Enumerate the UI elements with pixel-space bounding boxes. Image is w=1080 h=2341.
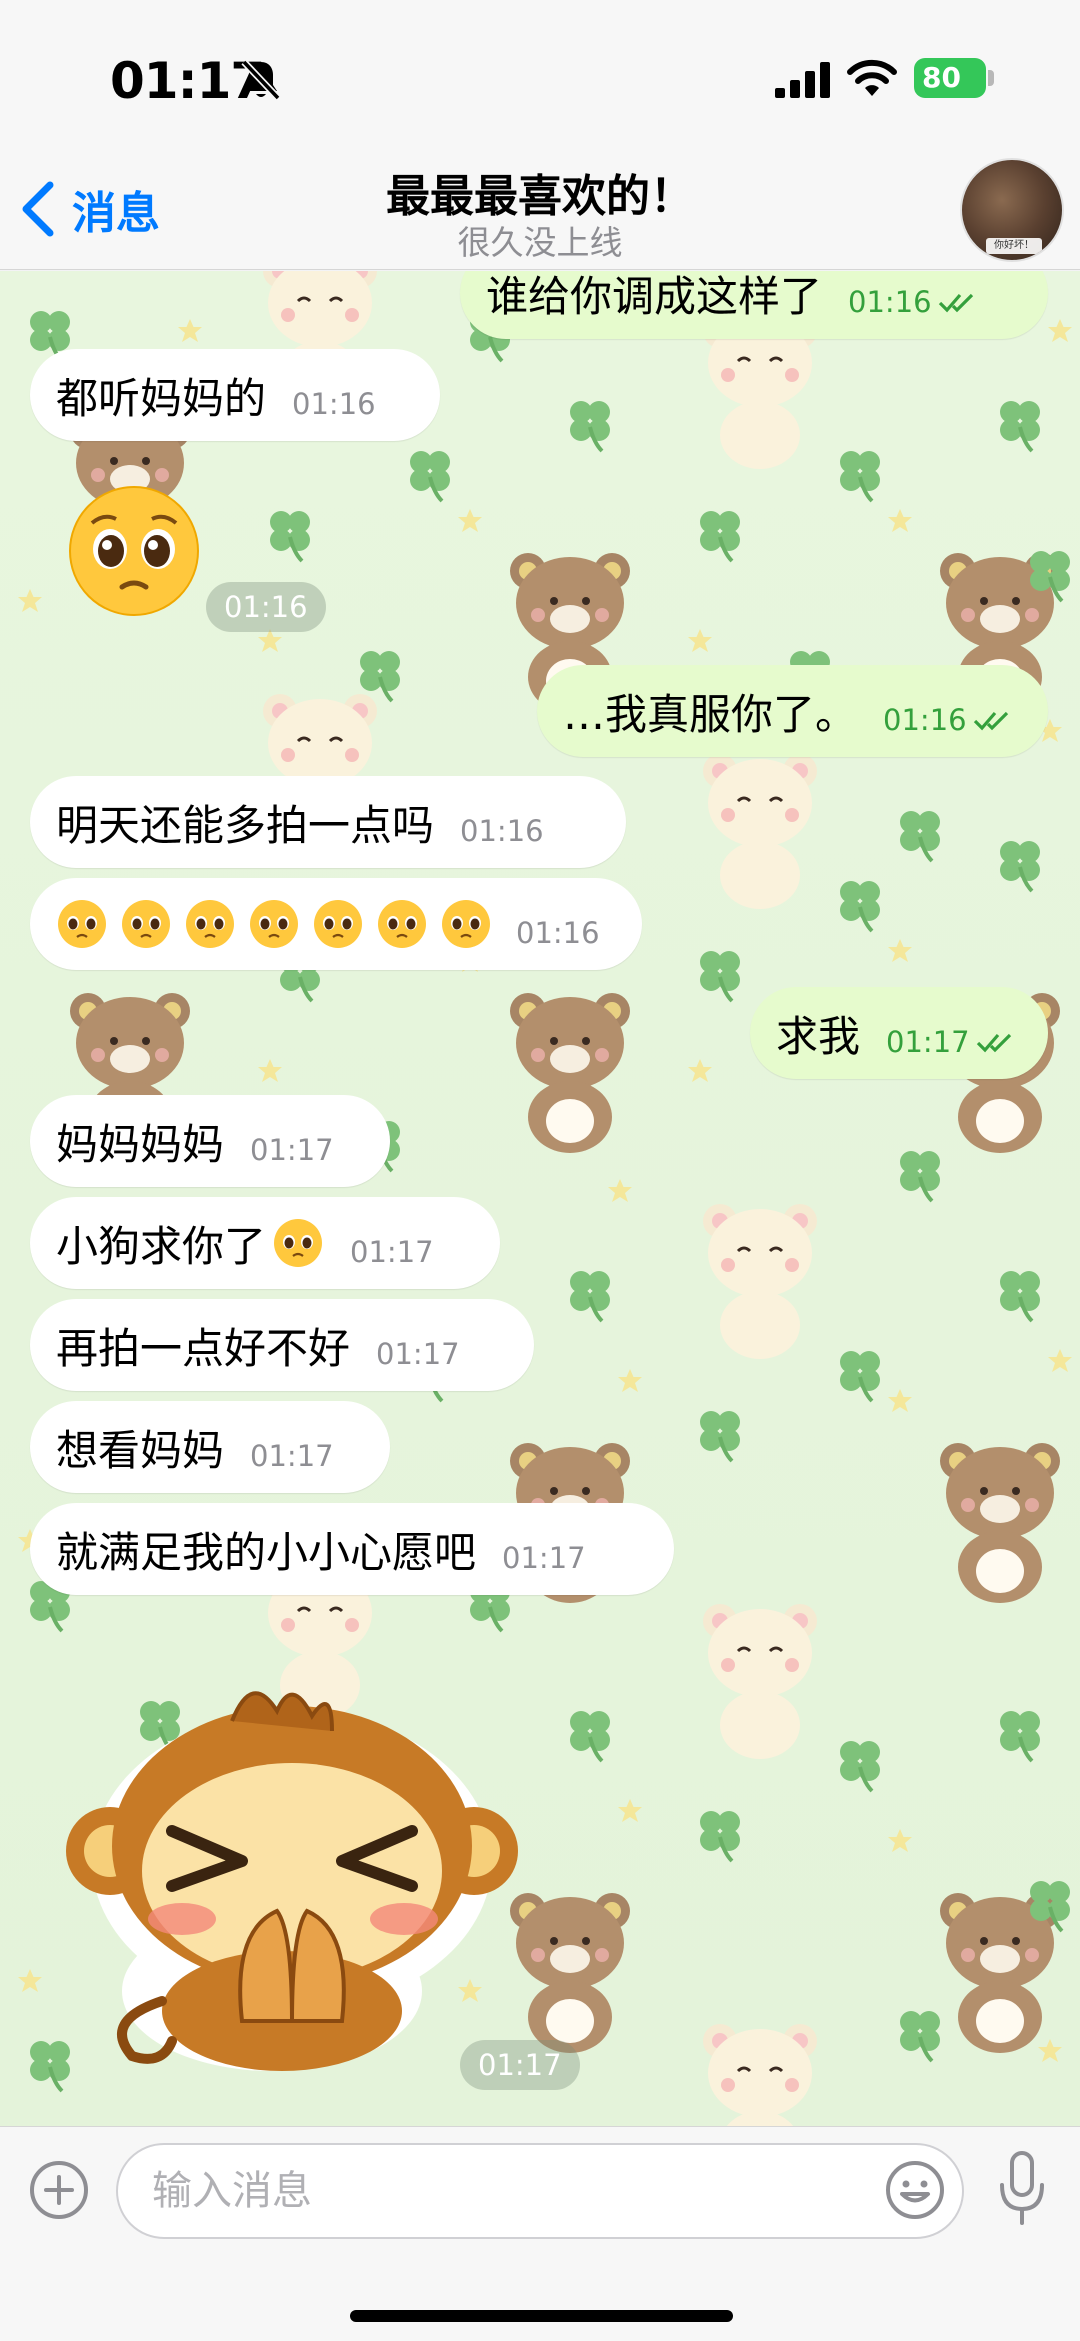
bell-slash-icon (241, 59, 281, 101)
message-bubble-outgoing[interactable]: 求我 01:17 (750, 987, 1048, 1079)
plus-circle-icon[interactable] (28, 2159, 90, 2221)
avatar-caption: 你好坏！ (986, 238, 1042, 254)
pleading-face-emoji (378, 900, 426, 948)
message-bubble-incoming[interactable]: 再拍一点好不好 01:17 (30, 1299, 534, 1391)
pleading-face-emoji (186, 900, 234, 948)
message-time: 01:17 (886, 1025, 970, 1059)
message-text: 谁给你调成这样了 (486, 271, 823, 321)
message-text: 就满足我的小小心愿吧 (56, 1527, 477, 1577)
message-text: …我真服你了。 (563, 689, 858, 739)
message-time: 01:16 (848, 285, 932, 319)
chat-status: 很久没上线 (457, 223, 623, 262)
message-bubble-incoming[interactable]: 明天还能多拍一点吗 01:16 (30, 776, 626, 868)
double-check-icon (976, 1033, 1011, 1053)
message-bubble-incoming[interactable]: 小狗求你了 01:17 (30, 1197, 500, 1289)
message-text: 都听妈妈的 (56, 373, 267, 423)
message-text: 再拍一点好不好 (56, 1323, 351, 1373)
double-check-icon (973, 711, 1008, 731)
pleading-face-emoji[interactable] (66, 483, 202, 619)
battery-icon: 80 (914, 58, 986, 98)
double-check-icon (938, 293, 973, 313)
message-time: 01:16 (883, 703, 967, 737)
message-bubble-outgoing[interactable]: 谁给你调成这样了 01:16 (460, 271, 1048, 339)
pleading-face-emoji (274, 1219, 323, 1267)
message-bubble-incoming[interactable]: 都听妈妈的 01:16 (30, 349, 440, 441)
message-composer (0, 2126, 1080, 2341)
message-text: 妈妈妈妈 (56, 1119, 225, 1169)
chat-messages[interactable]: 谁给你调成这样了 01:16 都听妈妈的 01:16 01:16 …我真服你了。… (0, 271, 1080, 2126)
emoji-icon[interactable] (884, 2159, 946, 2221)
message-text: 求我 (776, 1011, 861, 1061)
microphone-icon[interactable] (996, 2149, 1048, 2229)
status-bar: 01:17 80 (0, 0, 1080, 150)
message-time: 01:17 (250, 1439, 334, 1473)
message-bubble-outgoing[interactable]: …我真服你了。 01:16 (537, 665, 1048, 757)
pleading-face-emoji (58, 900, 106, 948)
message-bubble-incoming[interactable]: 01:16 (30, 878, 642, 970)
message-text: 小狗求你了 (56, 1221, 267, 1271)
message-time: 01:17 (502, 1541, 586, 1575)
wifi-icon (847, 59, 897, 96)
message-input[interactable] (116, 2143, 964, 2239)
message-bubble-incoming[interactable]: 就满足我的小小心愿吧 01:17 (30, 1503, 674, 1595)
message-bubble-incoming[interactable]: 妈妈妈妈 01:17 (30, 1095, 390, 1187)
contact-avatar[interactable]: 你好坏！ (960, 158, 1064, 262)
message-meta: 01:16 (883, 703, 1013, 737)
signal-icon (775, 62, 830, 98)
sticker-time: 01:16 (206, 582, 326, 632)
chat-title: 最最最喜欢的！ (386, 171, 694, 222)
home-indicator[interactable] (350, 2310, 733, 2322)
message-time: 01:17 (250, 1133, 334, 1167)
message-time: 01:16 (460, 814, 544, 848)
pleading-face-emoji (314, 900, 362, 948)
pleading-face-emoji (250, 900, 298, 948)
chat-header: 消息 最最最喜欢的！ 很久没上线 你好坏！ (0, 150, 1080, 270)
message-time: 01:17 (376, 1337, 460, 1371)
pleading-face-emoji (122, 900, 170, 948)
emoji-row (56, 898, 504, 950)
message-bubble-incoming[interactable]: 想看妈妈 01:17 (30, 1401, 390, 1493)
message-meta: 01:16 (848, 285, 978, 319)
message-time: 01:16 (516, 916, 600, 950)
message-time: 01:16 (292, 387, 376, 421)
message-time: 01:17 (350, 1235, 434, 1269)
message-meta: 01:17 (886, 1025, 1016, 1059)
message-text: 想看妈妈 (56, 1425, 225, 1475)
sticker-time: 01:17 (460, 2040, 580, 2090)
pleading-face-emoji (442, 900, 490, 948)
begging-monkey-sticker[interactable] (62, 1671, 542, 2071)
message-text: 明天还能多拍一点吗 (56, 800, 435, 850)
battery-nub (988, 70, 994, 86)
